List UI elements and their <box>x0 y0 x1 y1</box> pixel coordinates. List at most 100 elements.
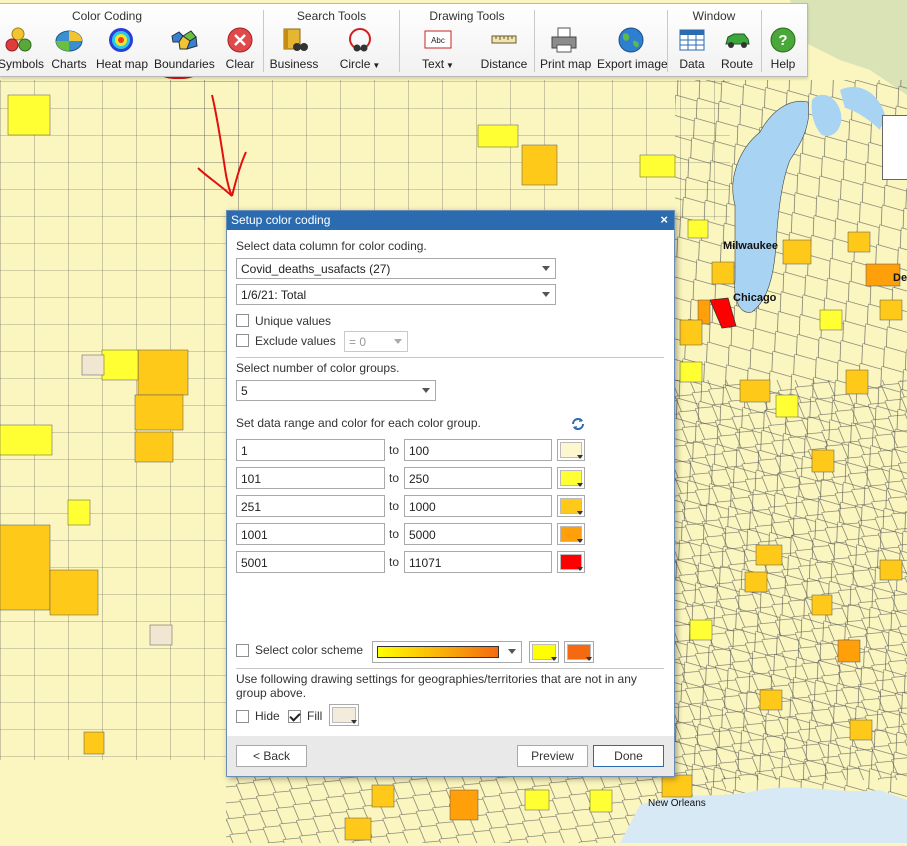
boundaries-button[interactable]: Boundaries <box>154 26 215 74</box>
done-button[interactable]: Done <box>593 745 664 767</box>
range-to-input[interactable]: 100 <box>404 439 552 461</box>
range-to-input[interactable]: 11071 <box>404 551 552 573</box>
svg-text:?: ? <box>778 32 787 49</box>
dialog-title: Setup color coding <box>231 213 331 227</box>
setup-color-coding-dialog: Setup color coding × Select data column … <box>226 210 675 777</box>
symbols-icon <box>5 27 32 52</box>
clear-icon <box>227 27 253 53</box>
group-search-tools: Search Tools Business Circle ▼ <box>264 4 399 76</box>
color-scheme-gradient <box>377 646 499 658</box>
range-from-input[interactable]: 251 <box>236 495 385 517</box>
distance-button[interactable]: Distance <box>480 26 528 74</box>
heat-map-icon <box>109 28 133 52</box>
range-color-picker[interactable] <box>557 523 585 545</box>
hide-label: Hide <box>255 709 280 723</box>
exclude-value-select[interactable]: = 0 <box>344 331 408 352</box>
circle-label: Circle ▼ <box>339 57 381 71</box>
group-title-search-tools: Search Tools <box>296 9 367 23</box>
map-label-chicago: Chicago <box>733 292 777 304</box>
help-label: Help <box>770 57 796 71</box>
range-to-input[interactable]: 250 <box>404 467 552 489</box>
map-label-new-orleans: New Orleans <box>648 798 706 809</box>
route-label: Route <box>720 57 754 71</box>
chevron-down-icon <box>351 720 357 724</box>
range-to-input[interactable]: 1000 <box>404 495 552 517</box>
circle-icon <box>349 28 371 52</box>
table-icon <box>679 29 705 51</box>
group-drawing-tools: Drawing Tools Abc Text ▼ Distance <box>400 4 534 76</box>
range-from-input[interactable]: 5001 <box>236 551 385 573</box>
symbols-button[interactable]: Symbols <box>0 26 44 74</box>
print-map-label: Print map <box>540 57 592 71</box>
fill-checkbox[interactable] <box>288 710 301 723</box>
text-icon: Abc <box>424 30 452 49</box>
range-to-input[interactable]: 5000 <box>404 523 552 545</box>
print-map-button[interactable]: Print map <box>540 26 592 74</box>
fill-label: Fill <box>307 709 323 723</box>
back-button[interactable]: < Back <box>236 745 307 767</box>
data-subcolumn-select[interactable]: 1/6/21: Total <box>236 284 556 305</box>
num-groups-select[interactable]: 5 <box>236 380 436 401</box>
ruler-icon <box>491 35 517 44</box>
chevron-down-icon <box>577 511 583 515</box>
refresh-icon[interactable] <box>570 416 586 432</box>
data-column-select[interactable]: Covid_deaths_usafacts (27) <box>236 258 556 279</box>
range-from-input[interactable]: 1 <box>236 439 385 461</box>
text-button[interactable]: Abc Text ▼ <box>420 26 456 74</box>
group-title-drawing-tools: Drawing Tools <box>429 9 505 23</box>
help-icon: ? <box>770 27 796 53</box>
range-from-input[interactable]: 101 <box>236 467 385 489</box>
text-label: Text ▼ <box>422 57 454 71</box>
heat-map-label: Heat map <box>96 57 149 71</box>
printer-icon <box>551 27 577 53</box>
close-icon[interactable]: × <box>660 212 668 227</box>
range-to-label: to <box>389 443 400 457</box>
preview-button[interactable]: Preview <box>517 745 588 767</box>
range-color-picker[interactable] <box>557 551 585 573</box>
hide-checkbox[interactable] <box>236 710 249 723</box>
range-color-picker[interactable] <box>557 495 585 517</box>
chevron-down-icon <box>577 539 583 543</box>
range-color-picker[interactable] <box>557 467 585 489</box>
data-subcolumn-value: 1/6/21: Total <box>241 288 307 302</box>
export-image-button[interactable]: Export image <box>597 26 668 74</box>
chevron-down-icon <box>394 339 402 344</box>
distance-label: Distance <box>480 57 528 71</box>
map-legend-box <box>882 115 907 180</box>
divider <box>236 668 664 669</box>
chevron-down-icon <box>542 292 550 297</box>
map-label-detroit: Det <box>893 272 907 284</box>
scheme-start-color-picker[interactable] <box>529 641 559 663</box>
business-label: Business <box>269 57 319 71</box>
dialog-titlebar[interactable]: Setup color coding × <box>227 211 674 230</box>
color-scheme-select[interactable] <box>372 641 522 663</box>
range-to-label: to <box>389 471 400 485</box>
data-column-value: Covid_deaths_usafacts (27) <box>241 262 391 276</box>
num-groups-label: Select number of color groups. <box>236 361 400 375</box>
range-to-label: to <box>389 555 400 569</box>
range-from-input[interactable]: 1001 <box>236 523 385 545</box>
divider <box>236 357 664 358</box>
data-button[interactable]: Data <box>674 26 710 74</box>
range-color-picker[interactable] <box>557 439 585 461</box>
clear-button[interactable]: Clear <box>222 26 258 74</box>
range-to-label: to <box>389 527 400 541</box>
business-button[interactable]: Business <box>268 26 320 74</box>
heat-map-button[interactable]: Heat map <box>96 26 149 74</box>
num-groups-value: 5 <box>241 384 248 398</box>
charts-button[interactable]: Charts <box>48 26 90 74</box>
charts-icon <box>55 30 83 52</box>
route-button[interactable]: Route <box>718 26 756 74</box>
scheme-end-color-picker[interactable] <box>564 641 594 663</box>
unique-values-label: Unique values <box>255 314 332 328</box>
color-scheme-checkbox[interactable] <box>236 644 249 657</box>
boundaries-label: Boundaries <box>154 57 215 71</box>
chevron-down-icon <box>542 266 550 271</box>
circle-button[interactable]: Circle ▼ <box>336 26 384 74</box>
unique-values-checkbox[interactable] <box>236 314 249 327</box>
fill-color-picker[interactable] <box>329 704 359 726</box>
exclude-values-label: Exclude values <box>255 334 336 348</box>
map-label-milwaukee: Milwaukee <box>723 240 779 252</box>
exclude-values-checkbox[interactable] <box>236 334 249 347</box>
help-button[interactable]: ? Help <box>764 26 802 74</box>
